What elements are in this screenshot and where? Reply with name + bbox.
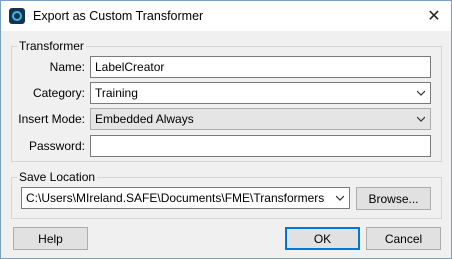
insert-mode-label: Insert Mode: — [18, 112, 85, 126]
help-button[interactable]: Help — [13, 227, 88, 250]
cancel-button[interactable]: Cancel — [366, 227, 441, 250]
category-label: Category: — [32, 86, 85, 100]
save-location-title: Save Location — [17, 170, 98, 184]
save-path-value: C:\Users\MIreland.SAFE\Documents\FME\Tra… — [26, 191, 325, 205]
ok-button[interactable]: OK — [285, 227, 360, 250]
transformer-group-title: Transformer — [17, 39, 86, 53]
chevron-down-icon — [417, 116, 425, 122]
close-icon[interactable]: ✕ — [423, 5, 445, 27]
browse-button[interactable]: Browse... — [356, 187, 431, 210]
category-select[interactable]: Training — [90, 82, 431, 104]
chevron-down-icon — [336, 195, 344, 201]
chevron-down-icon — [417, 90, 425, 96]
category-value: Training — [95, 86, 138, 100]
save-path-select[interactable]: C:\Users\MIreland.SAFE\Documents\FME\Tra… — [21, 187, 350, 209]
name-label: Name: — [49, 60, 85, 74]
window-title: Export as Custom Transformer — [33, 9, 204, 23]
name-field[interactable]: LabelCreator — [90, 56, 431, 78]
fme-app-icon — [9, 8, 25, 24]
title-bar: Export as Custom Transformer ✕ — [1, 1, 451, 31]
password-field[interactable] — [90, 135, 431, 157]
password-label: Password: — [28, 139, 85, 153]
export-dialog: Export as Custom Transformer ✕ Transform… — [0, 0, 452, 259]
insert-mode-select[interactable]: Embedded Always — [90, 108, 431, 130]
insert-mode-value: Embedded Always — [95, 112, 194, 126]
